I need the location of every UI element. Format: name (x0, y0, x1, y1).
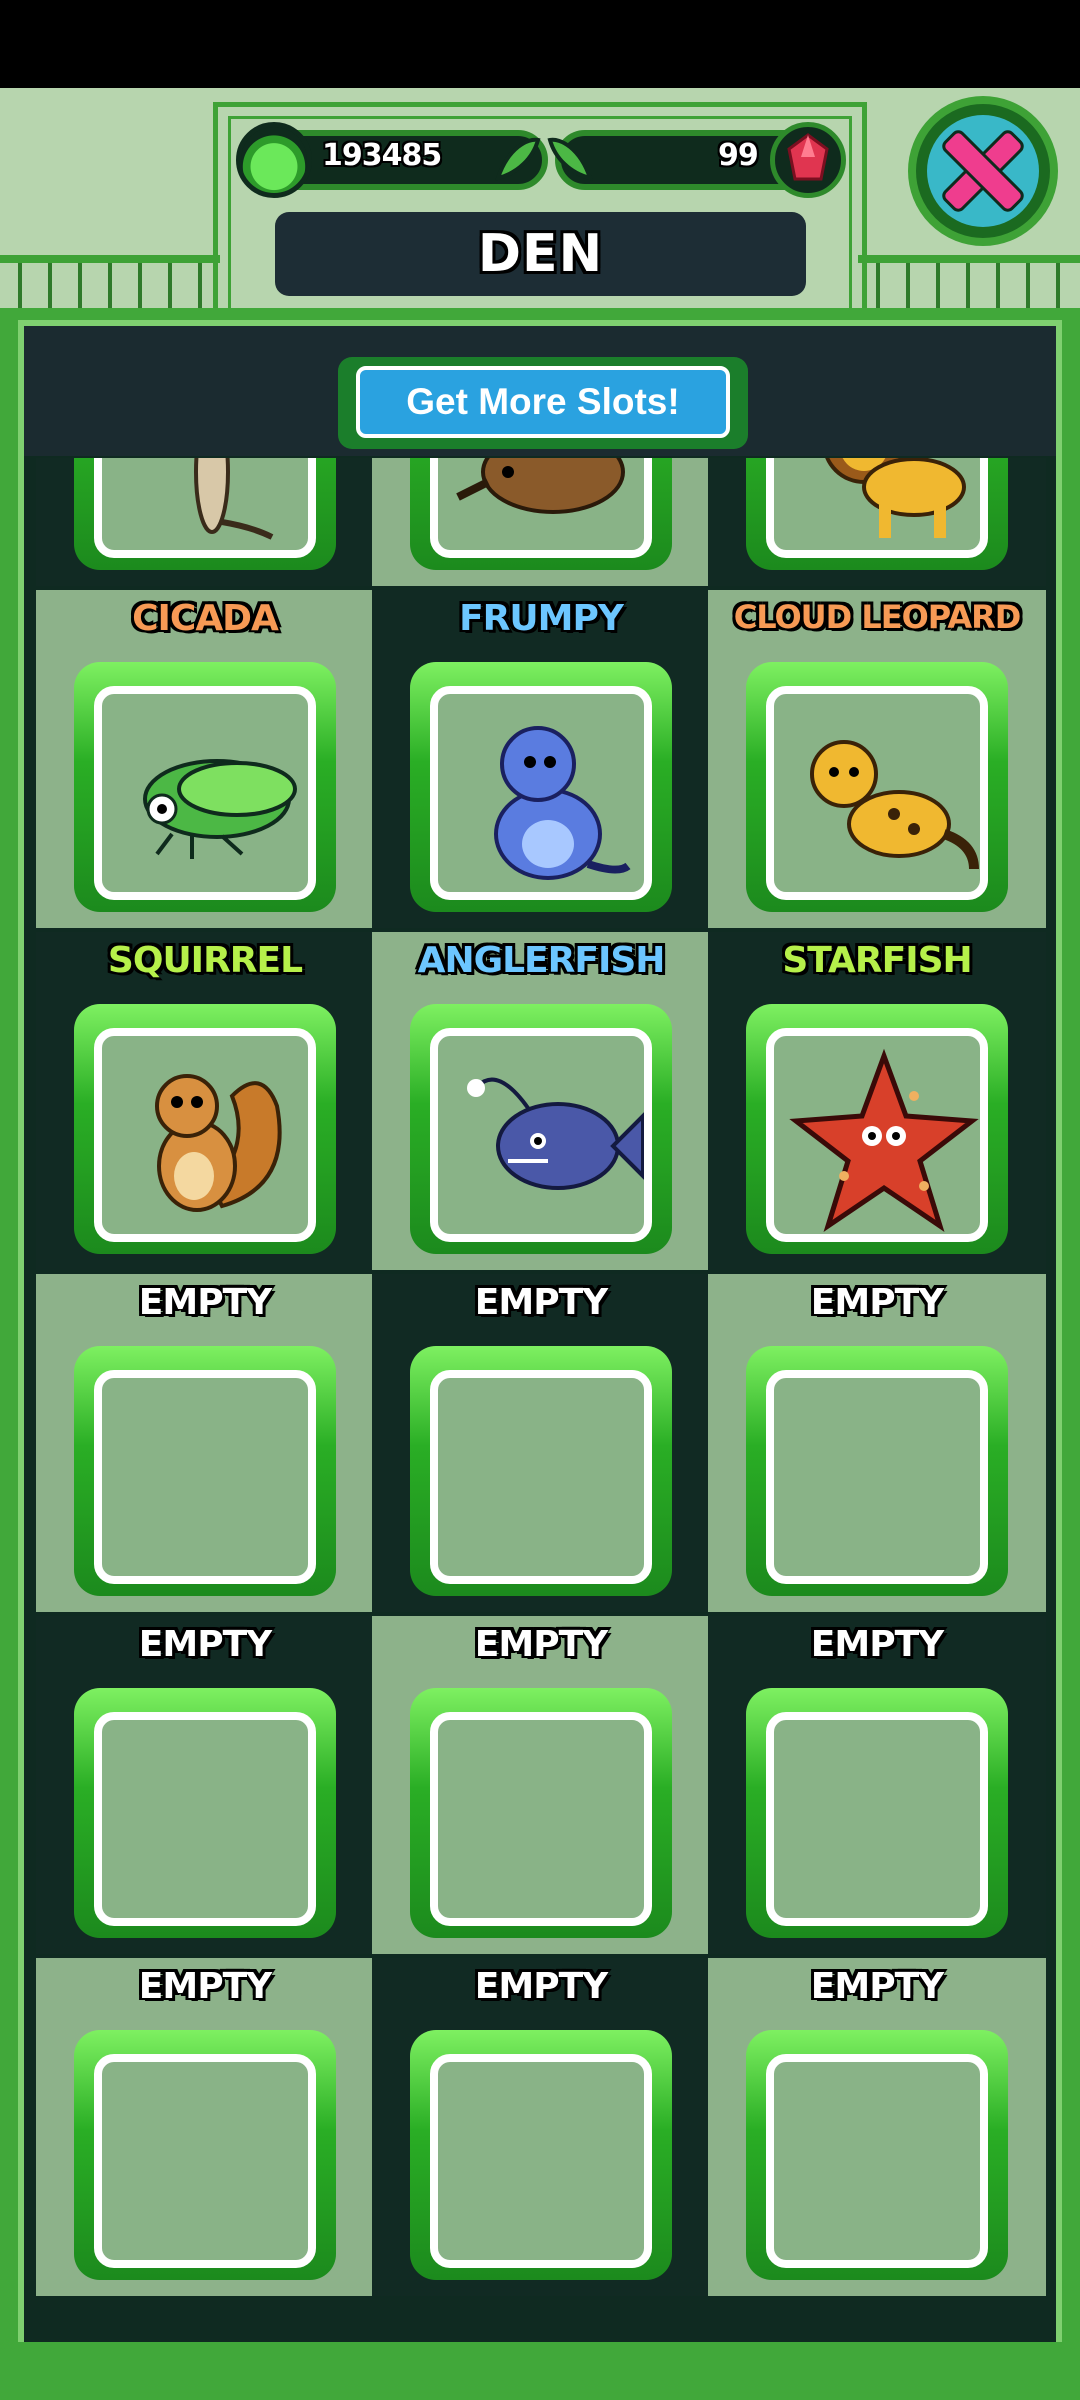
slot-screen (94, 1370, 316, 1584)
creature-slot[interactable]: ANGLERFISH (372, 932, 710, 1270)
slot-screen (766, 686, 988, 900)
slot-card[interactable] (74, 2030, 336, 2280)
slot-label: EMPTY (810, 1624, 944, 1665)
gem-count: 99 (718, 138, 759, 173)
slot-label: SQUIRREL (107, 940, 303, 981)
slot-screen (94, 686, 316, 900)
slot-card[interactable] (74, 458, 336, 570)
slot-card[interactable] (74, 1346, 336, 1596)
slot-label: CLOUD LEOPARD (733, 598, 1022, 636)
slot-screen (94, 1028, 316, 1242)
slot-label: STARFISH (782, 940, 972, 981)
page-title: DEN (477, 224, 604, 284)
empty-slot[interactable]: EMPTY (36, 1958, 374, 2296)
get-more-slots-label[interactable]: Get More Slots! (356, 366, 730, 438)
slot-card[interactable] (74, 1688, 336, 1938)
slot-label: EMPTY (474, 1624, 608, 1665)
slot-card[interactable] (410, 1688, 672, 1938)
slot-screen (430, 2054, 652, 2268)
slot-card[interactable] (746, 1688, 1008, 1938)
empty-slot[interactable]: EMPTY (36, 1274, 374, 1612)
slot-screen (766, 1370, 988, 1584)
slot-label: EMPTY (138, 1282, 272, 1323)
creature-slot[interactable]: FRUMPY (372, 590, 710, 928)
empty-slot[interactable]: EMPTY (708, 1274, 1046, 1612)
bottom-border (0, 2342, 1080, 2400)
slot-card[interactable] (746, 1004, 1008, 1254)
cloud-leopard-icon (810, 740, 979, 870)
lion-icon (825, 458, 966, 538)
empty-slot[interactable]: EMPTY (708, 1958, 1046, 2296)
slot-screen (94, 2054, 316, 2268)
empty-slot[interactable]: EMPTY (372, 1958, 710, 2296)
red-gem-icon (770, 122, 846, 198)
creature-slot[interactable]: SQUIRREL (36, 932, 374, 1270)
empty-slot[interactable]: EMPTY (372, 1274, 710, 1612)
slot-screen (94, 1712, 316, 1926)
slot-label: EMPTY (474, 1282, 608, 1323)
slot-screen (430, 1712, 652, 1926)
slot-card[interactable] (74, 662, 336, 912)
creature-slot[interactable] (708, 458, 1046, 586)
slot-label: EMPTY (138, 1966, 272, 2007)
creature-slot[interactable]: CLOUD LEOPARD (708, 590, 1046, 928)
slot-label: FRUMPY (459, 598, 624, 639)
cicada-icon (143, 759, 297, 859)
empty-slot[interactable]: EMPTY (708, 1616, 1046, 1954)
empty-slot[interactable]: EMPTY (372, 1616, 710, 1954)
frumpy-icon (494, 726, 631, 880)
slot-card[interactable] (410, 458, 672, 570)
starfish-icon (789, 1048, 979, 1233)
slot-label: EMPTY (138, 1624, 272, 1665)
slot-screen (766, 2054, 988, 2268)
slot-screen (430, 458, 652, 558)
close-icon (927, 115, 1039, 227)
slot-label: CICADA (132, 598, 279, 639)
echidna-icon (456, 458, 625, 514)
gel-count: 193485 (322, 138, 442, 173)
slot-screen (430, 1370, 652, 1584)
slot-screen (766, 1712, 988, 1926)
fence-right (858, 255, 1080, 315)
squirrel-icon (155, 1074, 282, 1212)
slot-card[interactable] (410, 2030, 672, 2280)
creature-slot[interactable] (372, 458, 710, 586)
anglerfish-icon (467, 1077, 644, 1190)
slot-card[interactable] (410, 662, 672, 912)
status-bar (0, 0, 1080, 88)
green-gel-icon (236, 122, 312, 198)
slot-card[interactable] (746, 662, 1008, 912)
slot-screen (430, 686, 652, 900)
slot-card[interactable] (410, 1346, 672, 1596)
slot-label: EMPTY (474, 1966, 608, 2007)
slot-screen (430, 1028, 652, 1242)
fence-left (0, 255, 220, 315)
creature-grid: CICADA FRUMPY CLOUD LEOPARD SQUIRREL ANGLERF… (36, 458, 1046, 2342)
slot-screen (766, 458, 988, 558)
leaf-icon-left (494, 137, 541, 181)
slot-label: EMPTY (810, 1282, 944, 1323)
slot-card[interactable] (74, 1004, 336, 1254)
meerkat-icon (194, 458, 274, 540)
empty-slot[interactable]: EMPTY (36, 1616, 374, 1954)
slot-label: EMPTY (810, 1966, 944, 2007)
slot-card[interactable] (746, 2030, 1008, 2280)
slot-card[interactable] (746, 458, 1008, 570)
creature-slot[interactable] (36, 458, 374, 586)
slot-card[interactable] (746, 1346, 1008, 1596)
slot-screen (766, 1028, 988, 1242)
slot-card[interactable] (410, 1004, 672, 1254)
leaf-icon-right (547, 137, 594, 181)
creature-slot[interactable]: STARFISH (708, 932, 1046, 1270)
creature-slot[interactable]: CICADA (36, 590, 374, 928)
slot-screen (94, 458, 316, 558)
close-button[interactable] (908, 96, 1058, 246)
slot-label: ANGLERFISH (417, 940, 666, 981)
